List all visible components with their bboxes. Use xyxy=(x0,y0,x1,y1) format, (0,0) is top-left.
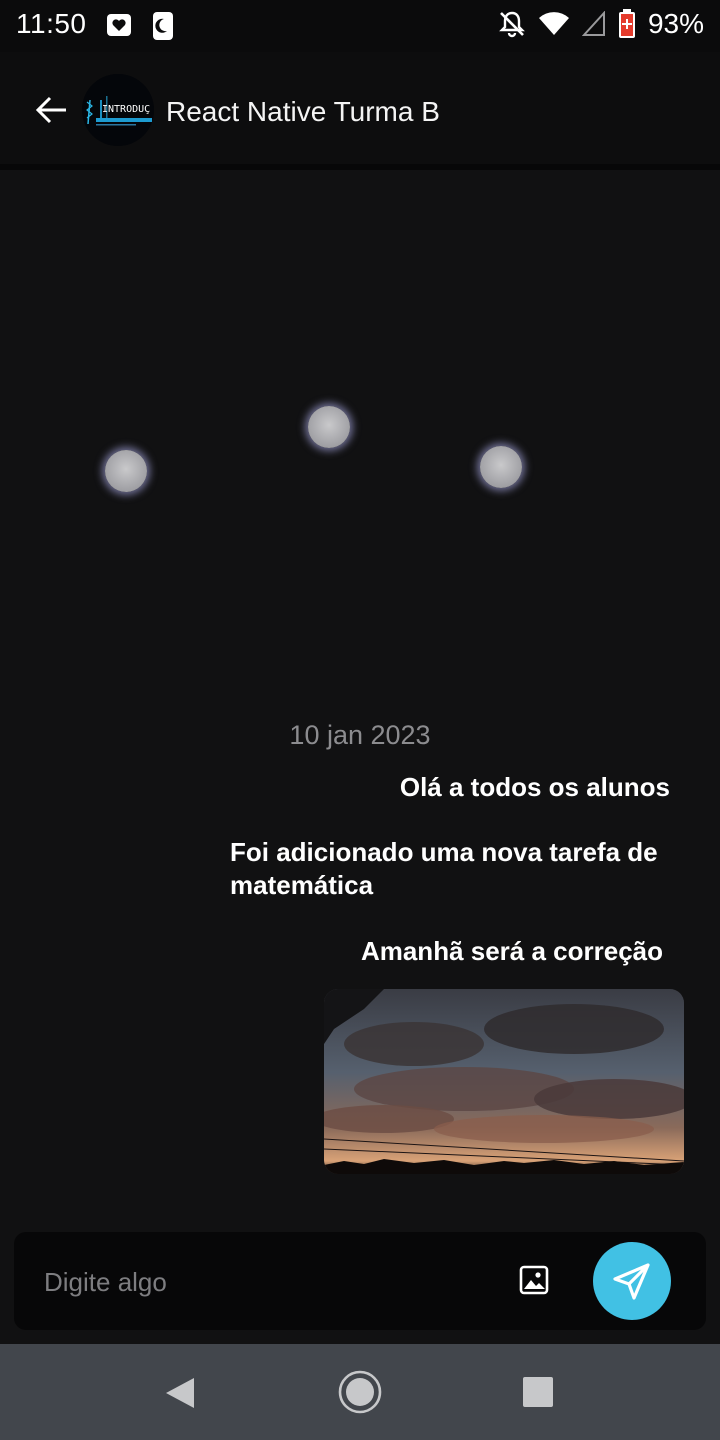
group-title[interactable]: React Native Turma B xyxy=(166,96,440,128)
send-icon xyxy=(613,1263,650,1300)
status-notification-icons xyxy=(106,11,174,41)
image-gallery-icon[interactable] xyxy=(518,1264,550,1296)
image-message[interactable] xyxy=(324,989,684,1174)
system-nav-bar xyxy=(0,1344,720,1440)
back-triangle-icon[interactable] xyxy=(164,1376,196,1410)
message-input[interactable] xyxy=(44,1262,474,1302)
status-right-icons: 93% xyxy=(498,8,704,40)
chat-message[interactable]: Amanhã será a correção xyxy=(361,935,663,968)
battery-percent: 93% xyxy=(647,8,704,39)
bell-off-icon xyxy=(499,11,525,38)
wifi-icon xyxy=(538,12,569,35)
chat-message[interactable]: Olá a todos os alunos xyxy=(400,771,670,804)
loading-dot xyxy=(105,450,147,492)
recent-square-icon[interactable] xyxy=(523,1377,553,1407)
send-button[interactable] xyxy=(593,1242,671,1320)
message-composer xyxy=(14,1232,706,1330)
home-circle-icon[interactable] xyxy=(337,1369,383,1415)
heart-notification-icon xyxy=(107,14,131,36)
battery-icon xyxy=(618,9,635,38)
loading-dot xyxy=(308,406,350,448)
group-avatar-image: INTRODUÇ xyxy=(82,74,154,146)
group-avatar[interactable]: INTRODUÇ xyxy=(82,74,154,146)
chat-message[interactable]: Foi adicionado uma nova tarefa de matemá… xyxy=(230,836,680,902)
photo-sunset-image xyxy=(324,989,684,1174)
moon-notification-icon xyxy=(153,12,173,40)
status-time: 11:50 xyxy=(16,8,87,39)
status-bar: 11:50 93% xyxy=(0,0,720,52)
loading-dot xyxy=(480,446,522,488)
chat-header: INTRODUÇ React Native Turma B xyxy=(0,52,720,170)
cell-signal-icon xyxy=(581,11,605,36)
back-arrow-icon[interactable] xyxy=(34,92,70,128)
date-separator: 10 jan 2023 xyxy=(289,720,431,750)
avatar-text: INTRODUÇ xyxy=(102,104,150,115)
